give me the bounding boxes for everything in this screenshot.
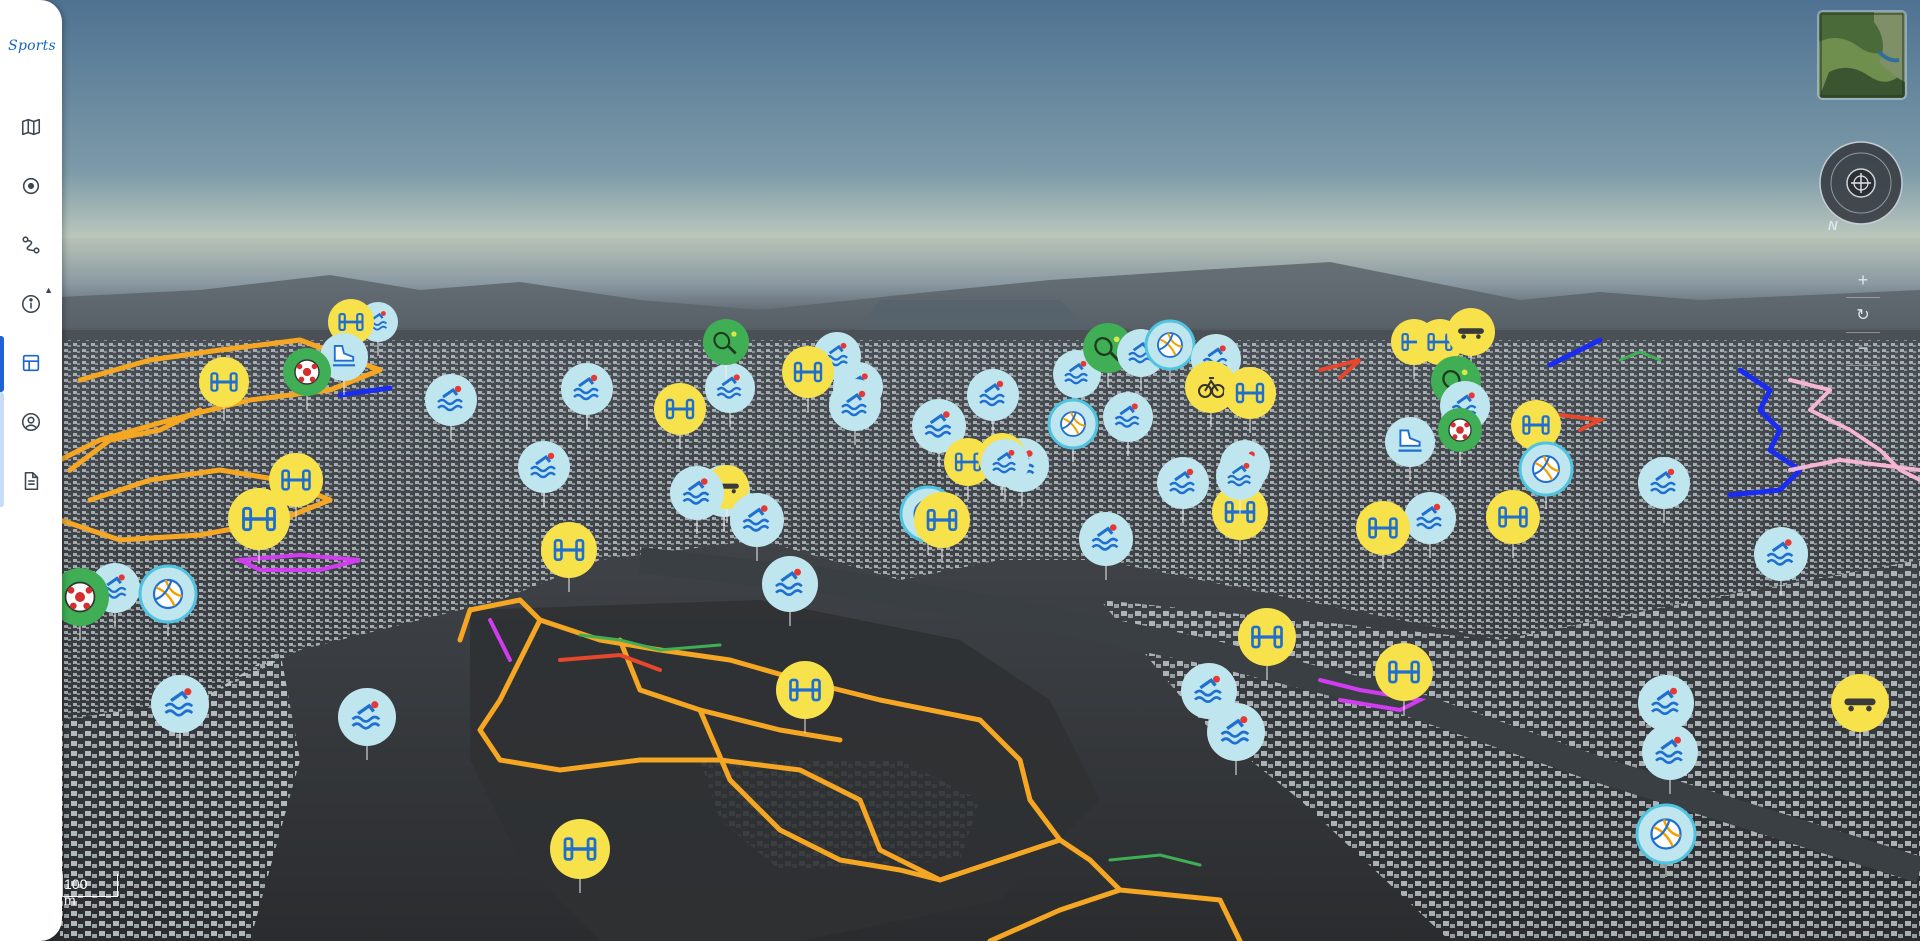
- sidebar-group-indicator: [0, 392, 4, 507]
- minimap-terrain: [1819, 12, 1905, 98]
- info-icon: [21, 294, 41, 314]
- zoom-separator: [1846, 365, 1880, 366]
- sidebar-item-routes[interactable]: [10, 224, 52, 266]
- football-icon: [294, 359, 320, 385]
- volleyball-icon: [1650, 818, 1682, 850]
- zoom-separator: [1846, 297, 1880, 298]
- sidebar: Sports ▲: [0, 0, 62, 941]
- scale-label: 100 m: [64, 876, 88, 908]
- dashboard-icon: [22, 354, 40, 372]
- sidebar-item-info[interactable]: ▲: [10, 283, 53, 325]
- reset-view-button[interactable]: ↻: [1846, 300, 1880, 330]
- sidebar-item-target[interactable]: [10, 165, 52, 207]
- map-3d-view[interactable]: [0, 0, 1920, 941]
- document-icon: [24, 471, 39, 491]
- compass-north-label: N: [1828, 218, 1838, 233]
- volleyball-icon: [152, 578, 184, 610]
- navigation-compass[interactable]: N: [1818, 140, 1904, 233]
- sky: [0, 0, 1920, 245]
- volleyball-icon: [1060, 411, 1086, 437]
- app-logo[interactable]: Sports: [6, 38, 58, 54]
- zoom-in-button[interactable]: +: [1846, 265, 1880, 295]
- minimap[interactable]: [1819, 12, 1905, 98]
- sidebar-item-account[interactable]: [10, 401, 52, 443]
- route-icon: [22, 236, 40, 254]
- sidebar-item-map[interactable]: [10, 106, 52, 148]
- zoom-out-button[interactable]: −: [1846, 333, 1880, 363]
- account-icon: [21, 412, 41, 432]
- sidebar-item-document[interactable]: [10, 460, 52, 502]
- football-icon: [64, 581, 96, 613]
- target-icon: [22, 177, 40, 195]
- active-indicator: [0, 336, 4, 392]
- expand-caret-icon: ▲: [44, 285, 53, 295]
- volleyball-icon: [1532, 455, 1560, 483]
- volleyball-icon: [1157, 332, 1183, 358]
- sidebar-item-dashboard[interactable]: [10, 342, 52, 384]
- map-icon: [21, 118, 41, 136]
- football-icon: [1448, 418, 1472, 442]
